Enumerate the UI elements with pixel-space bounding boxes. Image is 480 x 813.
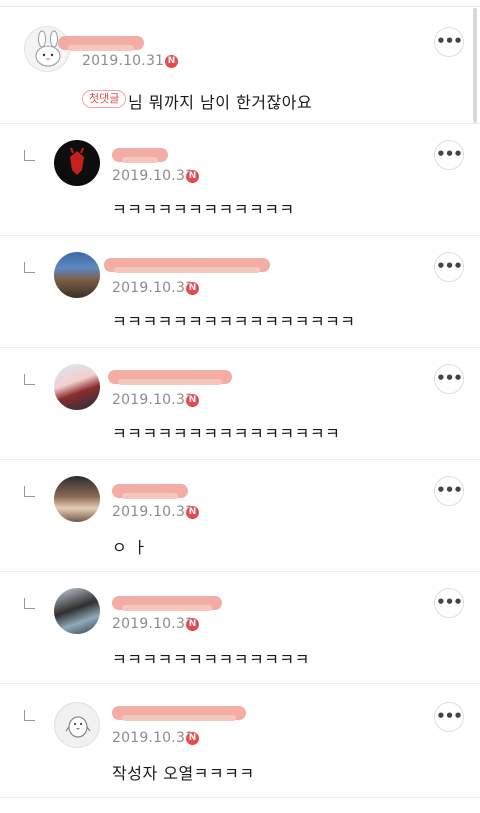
redacted-username [58, 36, 144, 51]
comment-date: 2019.10.31 [112, 504, 195, 520]
avatar[interactable] [54, 702, 100, 748]
comment-text: ㅋㅋㅋㅋㅋㅋㅋㅋㅋㅋㅋㅋㅋ [112, 650, 310, 669]
comment-date: 2019.10.31 [112, 280, 195, 296]
comment-text: 님 뭐까지 남이 한거잖아요 [128, 93, 313, 112]
new-badge: N [186, 618, 199, 631]
penguin-avatar-icon [65, 716, 91, 738]
devil-crest-avatar-icon [70, 147, 84, 175]
avatar[interactable] [54, 364, 100, 410]
redacted-username [112, 596, 222, 611]
comment-item: 2019.10.31 N ㅋㅋㅋㅋㅋㅋㅋㅋㅋㅋㅋㅋㅋㅋㅋ ••• [0, 348, 480, 460]
more-options-button[interactable]: ••• [434, 140, 464, 170]
comment-item: 2019.10.31 N ㅇ ㅏ ••• [0, 460, 480, 572]
new-badge: N [186, 732, 199, 745]
more-options-button[interactable]: ••• [434, 27, 464, 57]
comment-date: 2019.10.31 [112, 730, 195, 746]
comment-item: 2019.10.31 N 작성자 오열ㅋㅋㅋㅋ ••• [0, 684, 480, 798]
comment-date: 2019.10.31 [112, 616, 195, 632]
comment-text: ㅋㅋㅋㅋㅋㅋㅋㅋㅋㅋㅋㅋㅋㅋㅋㅋ [112, 312, 356, 331]
reply-arrow-icon [24, 374, 35, 385]
new-badge: N [186, 394, 199, 407]
comment-item: 2019.10.31 N ㅋㅋㅋㅋㅋㅋㅋㅋㅋㅋㅋㅋㅋ ••• [0, 572, 480, 684]
redacted-username [104, 258, 270, 273]
first-comment-badge: 첫댓글 [82, 90, 127, 108]
new-badge: N [186, 170, 199, 183]
avatar[interactable] [54, 252, 100, 298]
reply-arrow-icon [24, 262, 35, 273]
more-options-button[interactable]: ••• [434, 364, 464, 394]
avatar[interactable] [54, 140, 100, 186]
comment-text: ㅋㅋㅋㅋㅋㅋㅋㅋㅋㅋㅋㅋㅋㅋㅋ [112, 424, 341, 443]
comment-date: 2019.10.31 [112, 392, 195, 408]
new-badge: N [165, 55, 178, 68]
reply-arrow-icon [24, 486, 35, 497]
avatar[interactable] [54, 476, 100, 522]
avatar[interactable] [54, 588, 100, 634]
redacted-username [112, 484, 188, 499]
comment-date: 2019.10.31 [112, 168, 195, 184]
comment-text: ㅋㅋㅋㅋㅋㅋㅋㅋㅋㅋㅋㅋ [112, 200, 295, 219]
redacted-username [112, 148, 168, 163]
redacted-username [112, 706, 246, 721]
more-options-button[interactable]: ••• [434, 588, 464, 618]
more-options-button[interactable]: ••• [434, 702, 464, 732]
reply-arrow-icon [24, 150, 35, 161]
comment-item: 2019.10.31 N ㅋㅋㅋㅋㅋㅋㅋㅋㅋㅋㅋㅋㅋㅋㅋㅋ ••• [0, 236, 480, 348]
comment-text: ㅇ ㅏ [112, 538, 149, 557]
reply-arrow-icon [24, 598, 35, 609]
comment-item: 2019.10.31 N ㅋㅋㅋㅋㅋㅋㅋㅋㅋㅋㅋㅋ ••• [0, 124, 480, 236]
comment-date: 2019.10.31 [82, 53, 165, 69]
more-options-button[interactable]: ••• [434, 476, 464, 506]
new-badge: N [186, 506, 199, 519]
top-divider [0, 6, 480, 7]
more-options-button[interactable]: ••• [434, 252, 464, 282]
comment-text: 작성자 오열ㅋㅋㅋㅋ [112, 764, 255, 783]
new-badge: N [186, 282, 199, 295]
redacted-username [108, 370, 232, 385]
comment-item: 2019.10.31 N 첫댓글 님 뭐까지 남이 한거잖아요 ••• [0, 8, 480, 124]
reply-arrow-icon [24, 710, 35, 721]
